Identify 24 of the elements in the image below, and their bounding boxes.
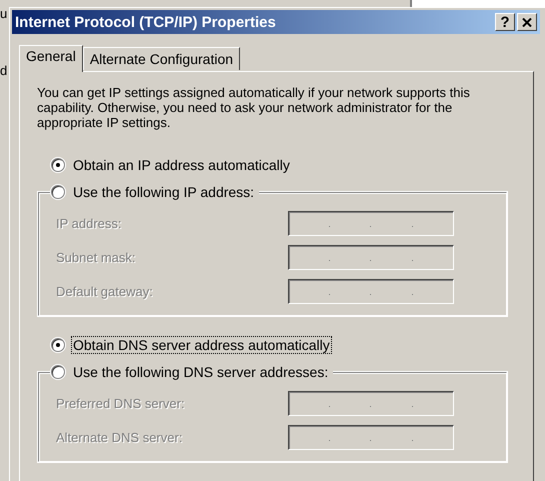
window-title: Internet Protocol (TCP/IP) Properties [15, 14, 276, 30]
radio-button[interactable] [51, 338, 65, 352]
ip-address-field[interactable] [288, 279, 454, 304]
field-label: IP address: [56, 216, 122, 231]
description-text: You can get IP settings assigned automatically if your network supports this capability. Otherwise, you need to ask your network administrator for the appropriate IP settings. [37, 85, 471, 130]
field-label: Preferred DNS server: [56, 396, 185, 411]
ip-address-field[interactable] [288, 245, 454, 270]
field-label: Alternate DNS server: [56, 430, 182, 445]
ip-address-field[interactable] [288, 211, 454, 236]
field-label: Default gateway: [56, 284, 153, 299]
tab[interactable]: Alternate Configuration [82, 47, 240, 70]
field-label: Subnet mask: [56, 250, 136, 265]
window-text: d [0, 63, 8, 78]
window-text: u [0, 6, 8, 21]
ip-address-field[interactable] [288, 391, 454, 416]
radio-button[interactable] [51, 365, 65, 379]
ip-address-field[interactable] [288, 425, 454, 450]
tab[interactable]: General [19, 45, 83, 72]
radio-label[interactable]: Obtain DNS server address automatically [71, 336, 332, 354]
close-icon [522, 18, 532, 26]
help-button[interactable]: ? [495, 13, 515, 31]
radio-button[interactable] [51, 158, 65, 172]
radio-button[interactable] [51, 185, 65, 199]
close-button[interactable] [517, 13, 537, 31]
